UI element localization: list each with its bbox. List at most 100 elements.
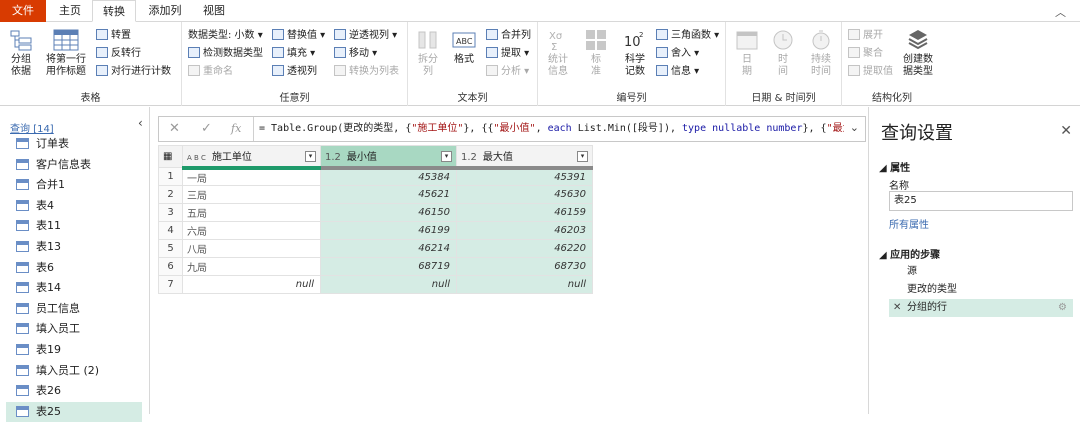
count-rows-button[interactable]: 对行进行计数 bbox=[96, 64, 171, 80]
cell-min[interactable]: 46150 bbox=[320, 203, 457, 222]
merge-columns-button[interactable]: 合并列 bbox=[486, 28, 531, 44]
cancel-formula-icon[interactable]: ✕ bbox=[169, 121, 180, 136]
cell-unit[interactable]: 六局 bbox=[182, 221, 321, 240]
query-item[interactable]: 表13 bbox=[6, 237, 142, 257]
group-by-button[interactable]: 分组依据 bbox=[4, 28, 38, 78]
convert-to-list-button[interactable]: 转换为列表 bbox=[334, 64, 399, 80]
tab-file[interactable]: 文件 bbox=[0, 0, 46, 22]
standard-button[interactable]: 标准 bbox=[580, 28, 612, 78]
confirm-formula-icon[interactable]: ✓ bbox=[201, 121, 212, 136]
unpivot-columns-button[interactable]: 逆透视列 ▾ bbox=[334, 28, 397, 44]
pivot-column-button[interactable]: 透视列 bbox=[272, 64, 317, 80]
tab-view[interactable]: 视图 bbox=[194, 0, 234, 22]
cell-min[interactable]: 45621 bbox=[320, 185, 457, 204]
query-item[interactable]: 表6 bbox=[6, 258, 142, 278]
date-button[interactable]: 日期 bbox=[730, 28, 764, 78]
collapse-pane-icon[interactable]: ‹ bbox=[138, 116, 143, 130]
query-item[interactable]: 表25 bbox=[6, 401, 142, 422]
cell-max[interactable]: 68730 bbox=[456, 257, 593, 276]
query-name-field[interactable]: 表25 bbox=[889, 191, 1073, 211]
cell-min[interactable]: 46214 bbox=[320, 239, 457, 258]
cell-unit[interactable]: null bbox=[182, 275, 321, 294]
cell-unit[interactable]: 八局 bbox=[182, 239, 321, 258]
replace-values-button[interactable]: 替换值 ▾ bbox=[272, 28, 325, 44]
delete-step-icon[interactable]: ✕ bbox=[893, 299, 901, 317]
information-button[interactable]: 信息 ▾ bbox=[656, 64, 699, 80]
query-item[interactable]: 填入员工 (2) bbox=[6, 361, 142, 381]
split-column-button[interactable]: 拆分列 bbox=[412, 28, 444, 78]
use-first-row-button[interactable]: 将第一行用作标题 bbox=[42, 28, 90, 78]
data-type-dropdown[interactable]: 数据类型: 小数 ▾ bbox=[188, 28, 263, 44]
duration-button[interactable]: 持续时间 bbox=[802, 28, 840, 78]
query-item[interactable]: 员工信息 bbox=[6, 299, 142, 319]
gear-icon[interactable]: ⚙ bbox=[1058, 299, 1067, 317]
create-data-type-button[interactable]: 创建数据类型 bbox=[898, 28, 938, 78]
filter-dropdown-icon[interactable]: ▾ bbox=[441, 151, 452, 162]
cell-max[interactable]: 45630 bbox=[456, 185, 593, 204]
step-source[interactable]: 源 bbox=[889, 263, 1073, 281]
format-button[interactable]: ABC 格式 bbox=[448, 28, 480, 66]
cell-min[interactable]: null bbox=[320, 275, 457, 294]
aggregate-button[interactable]: 聚合 bbox=[848, 46, 883, 62]
query-item[interactable]: 填入员工 bbox=[6, 319, 142, 339]
trigonometry-button[interactable]: 三角函数 ▾ bbox=[656, 28, 719, 44]
properties-heading[interactable]: ◢ 属性 bbox=[879, 159, 910, 174]
tab-transform[interactable]: 转换 bbox=[92, 0, 136, 22]
query-item[interactable]: 合并1 bbox=[6, 175, 142, 195]
reverse-rows-button[interactable]: 反转行 bbox=[96, 46, 141, 62]
applied-steps-heading[interactable]: ◢ 应用的步骤 bbox=[879, 246, 940, 261]
cell-max[interactable]: 46220 bbox=[456, 239, 593, 258]
tab-add-column[interactable]: 添加列 bbox=[140, 0, 190, 22]
transpose-icon bbox=[96, 29, 108, 40]
close-icon[interactable]: ✕ bbox=[1060, 123, 1072, 139]
filter-dropdown-icon[interactable]: ▾ bbox=[577, 151, 588, 162]
transpose-button[interactable]: 转置 bbox=[96, 28, 131, 44]
cell-unit[interactable]: 九局 bbox=[182, 257, 321, 276]
fill-button[interactable]: 填充 ▾ bbox=[272, 46, 315, 62]
expand-formula-icon[interactable]: ⌄ bbox=[850, 121, 859, 134]
step-grouped-rows[interactable]: ✕ 分组的行 ⚙ bbox=[889, 299, 1073, 317]
cell-unit[interactable]: 一局 bbox=[182, 167, 321, 186]
filter-dropdown-icon[interactable]: ▾ bbox=[305, 151, 316, 162]
time-button[interactable]: 时间 bbox=[766, 28, 800, 78]
detect-type-button[interactable]: 检测数据类型 bbox=[188, 46, 263, 62]
queries-header[interactable]: 查询 [14] bbox=[10, 120, 54, 135]
step-changed-type[interactable]: 更改的类型 bbox=[889, 281, 1073, 299]
all-properties-link[interactable]: 所有属性 bbox=[889, 216, 929, 231]
query-item[interactable]: 表14 bbox=[6, 278, 142, 298]
table-row: 3 五局 46150 46159 bbox=[158, 203, 593, 222]
query-item[interactable]: 表19 bbox=[6, 340, 142, 360]
cell-max[interactable]: 46203 bbox=[456, 221, 593, 240]
query-item[interactable]: 表4 bbox=[6, 196, 142, 216]
statistics-button[interactable]: Χσ Σ 统计信息 bbox=[542, 28, 574, 78]
cell-unit[interactable]: 五局 bbox=[182, 203, 321, 222]
table-menu-icon[interactable]: ▦ bbox=[158, 145, 183, 168]
query-item[interactable]: 表26 bbox=[6, 381, 142, 401]
cell-min[interactable]: 46199 bbox=[320, 221, 457, 240]
rounding-button[interactable]: 舍入 ▾ bbox=[656, 46, 699, 62]
query-item[interactable]: 客户信息表 bbox=[6, 155, 142, 175]
cell-max[interactable]: null bbox=[456, 275, 593, 294]
function-icon[interactable]: fx bbox=[231, 122, 241, 135]
formula-input[interactable]: = Table.Group(更改的类型, {"施工单位"}, {{"最小值", … bbox=[259, 117, 844, 141]
extract-button[interactable]: 提取 ▾ bbox=[486, 46, 529, 62]
cell-max[interactable]: 45391 bbox=[456, 167, 593, 186]
cell-min[interactable]: 68719 bbox=[320, 257, 457, 276]
rename-button[interactable]: 重命名 bbox=[188, 64, 233, 80]
parse-button[interactable]: 分析 ▾ bbox=[486, 64, 529, 80]
query-item[interactable]: 订单表 bbox=[6, 134, 142, 154]
move-button[interactable]: 移动 ▾ bbox=[334, 46, 377, 62]
cell-unit[interactable]: 三局 bbox=[182, 185, 321, 204]
scientific-button[interactable]: 10 2 科学记数 bbox=[618, 28, 652, 78]
number-type-icon: 1.2 bbox=[461, 152, 477, 164]
collapse-ribbon-icon[interactable]: ︿ bbox=[1055, 4, 1066, 20]
extract-values-button[interactable]: 提取值 bbox=[848, 64, 893, 80]
query-item[interactable]: 表11 bbox=[6, 216, 142, 236]
column-header-min[interactable]: 1.2 最小值 ▾ bbox=[320, 145, 457, 170]
cell-min[interactable]: 45384 bbox=[320, 167, 457, 186]
expand-button[interactable]: 展开 bbox=[848, 28, 883, 44]
column-header-max[interactable]: 1.2 最大值 ▾ bbox=[456, 145, 593, 170]
column-header-unit[interactable]: A B C 施工单位 ▾ bbox=[182, 145, 321, 170]
cell-max[interactable]: 46159 bbox=[456, 203, 593, 222]
tab-home[interactable]: 主页 bbox=[50, 0, 90, 22]
